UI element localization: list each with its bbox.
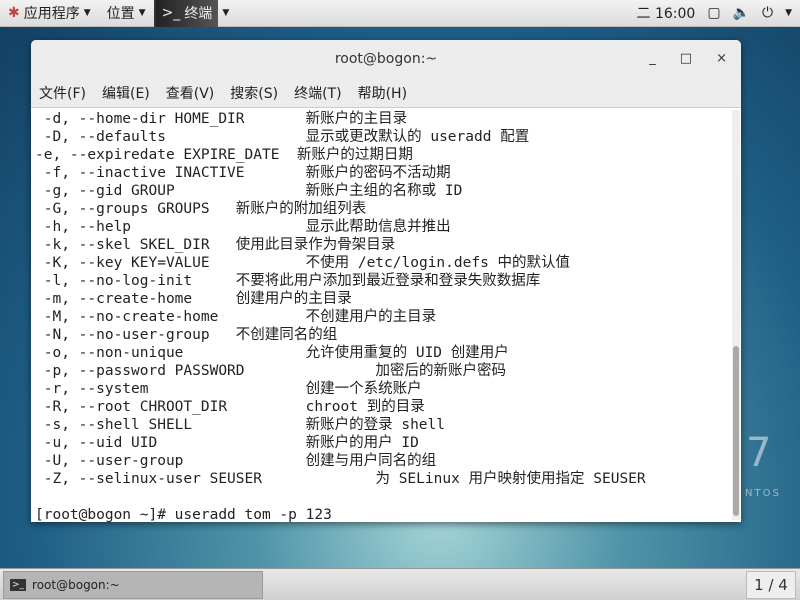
chevron-down-icon: ▼ <box>138 8 146 18</box>
centos-logo-number: 7 <box>746 430 772 476</box>
menu-terminal[interactable]: 终端(T) <box>294 83 341 103</box>
task-label: root@bogon:~ <box>32 578 120 592</box>
terminal-label: 终端 <box>184 6 213 22</box>
menu-view[interactable]: 查看(V) <box>166 83 215 103</box>
menu-edit[interactable]: 编辑(E) <box>102 83 150 103</box>
close-button[interactable]: × <box>716 51 727 66</box>
chevron-down-icon[interactable]: ▼ <box>222 8 229 18</box>
applications-label: 应用程序 <box>23 6 80 22</box>
terminal-line: -U, --user-group 创建与用户同名的组 <box>35 453 437 469</box>
terminal-line: -r, --system 创建一个系统账户 <box>35 381 422 397</box>
minimize-button[interactable]: _ <box>649 51 656 66</box>
menu-bar: 文件(F) 编辑(E) 查看(V) 搜索(S) 终端(T) 帮助(H) <box>31 78 741 108</box>
terminal-line: -K, --key KEY=VALUE 不使用 /etc/login.defs … <box>35 255 571 271</box>
window-title: root@bogon:~ <box>334 51 438 67</box>
scrollbar[interactable] <box>732 110 740 520</box>
maximize-button[interactable]: □ <box>680 51 692 66</box>
terminal-icon: >_ <box>161 5 181 21</box>
terminal-line: -D, --defaults 显示或更改默认的 useradd 配置 <box>35 129 530 145</box>
terminal-output[interactable]: -d, --home-dir HOME_DIR 新账户的主目录 -D, --de… <box>31 108 731 522</box>
taskbar-item-terminal[interactable]: >_ root@bogon:~ <box>3 571 263 599</box>
terminal-line: -e, --expiredate EXPIRE_DATE 新账户的过期日期 <box>35 147 413 163</box>
terminal-line: -m, --create-home 创建用户的主目录 <box>35 291 352 307</box>
clock[interactable]: 二 16:00 <box>637 3 696 23</box>
terminal-line: -p, --password PASSWORD 加密后的新账户密码 <box>35 363 506 379</box>
scrollbar-thumb[interactable] <box>733 346 739 516</box>
terminal-line: -k, --skel SKEL_DIR 使用此目录作为骨架目录 <box>35 237 396 253</box>
terminal-line: -G, --groups GROUPS 新账户的附加组列表 <box>35 201 367 217</box>
apps-icon: ✱ <box>8 5 20 21</box>
menu-search[interactable]: 搜索(S) <box>230 83 278 103</box>
terminal-line: -Z, --selinux-user SEUSER 为 SELinux 用户映射… <box>35 471 646 487</box>
top-panel: ✱ 应用程序 ▼ 位置 ▼ >_ 终端 ▼ 二 16:00 ▢ 🔈 ⏻ ▼ <box>0 0 800 27</box>
places-label: 位置 <box>106 6 135 22</box>
terminal-line: -s, --shell SHELL 新账户的登录 shell <box>35 417 445 433</box>
terminal-line: -l, --no-log-init 不要将此用户添加到最近登录和登录失败数据库 <box>35 273 541 289</box>
menu-help[interactable]: 帮助(H) <box>358 83 407 103</box>
chevron-down-icon[interactable]: ▼ <box>785 8 792 18</box>
menu-file[interactable]: 文件(F) <box>39 83 86 103</box>
volume-icon[interactable]: 🔈 <box>733 5 750 21</box>
title-bar[interactable]: root@bogon:~ _ □ × <box>31 40 741 78</box>
terminal-line: -d, --home-dir HOME_DIR 新账户的主目录 <box>35 111 408 127</box>
workspace-switcher[interactable]: 1 / 4 <box>746 571 796 599</box>
terminal-window: root@bogon:~ _ □ × 文件(F) 编辑(E) 查看(V) 搜索(… <box>31 40 741 522</box>
terminal-line: -N, --no-user-group 不创建同名的组 <box>35 327 338 343</box>
terminal-line: -f, --inactive INACTIVE 新账户的密码不活动期 <box>35 165 451 181</box>
places-menu[interactable]: 位置 ▼ <box>99 0 154 27</box>
window-icon[interactable]: ▢ <box>707 5 720 21</box>
terminal-icon: >_ <box>10 579 27 591</box>
centos-logo-text: NTOS <box>745 488 781 499</box>
power-icon[interactable]: ⏻ <box>762 5 773 21</box>
applications-menu[interactable]: ✱ 应用程序 ▼ <box>0 0 99 27</box>
terminal-line: -h, --help 显示此帮助信息并推出 <box>35 219 451 235</box>
terminal-line: -M, --no-create-home 不创建用户的主目录 <box>35 309 437 325</box>
bottom-panel: >_ root@bogon:~ 1 / 4 <box>0 568 800 600</box>
chevron-down-icon: ▼ <box>83 8 91 18</box>
terminal-line: -R, --root CHROOT_DIR chroot 到的目录 <box>35 399 425 415</box>
terminal-app-menu[interactable]: >_ 终端 <box>153 0 219 27</box>
terminal-line: -o, --non-unique 允许使用重复的 UID 创建用户 <box>35 345 509 361</box>
terminal-line: -u, --uid UID 新账户的用户 ID <box>35 435 419 451</box>
terminal-line: -g, --gid GROUP 新账户主组的名称或 ID <box>35 183 463 199</box>
terminal-line: [root@bogon ~]# useradd tom -p 123 <box>35 507 332 522</box>
